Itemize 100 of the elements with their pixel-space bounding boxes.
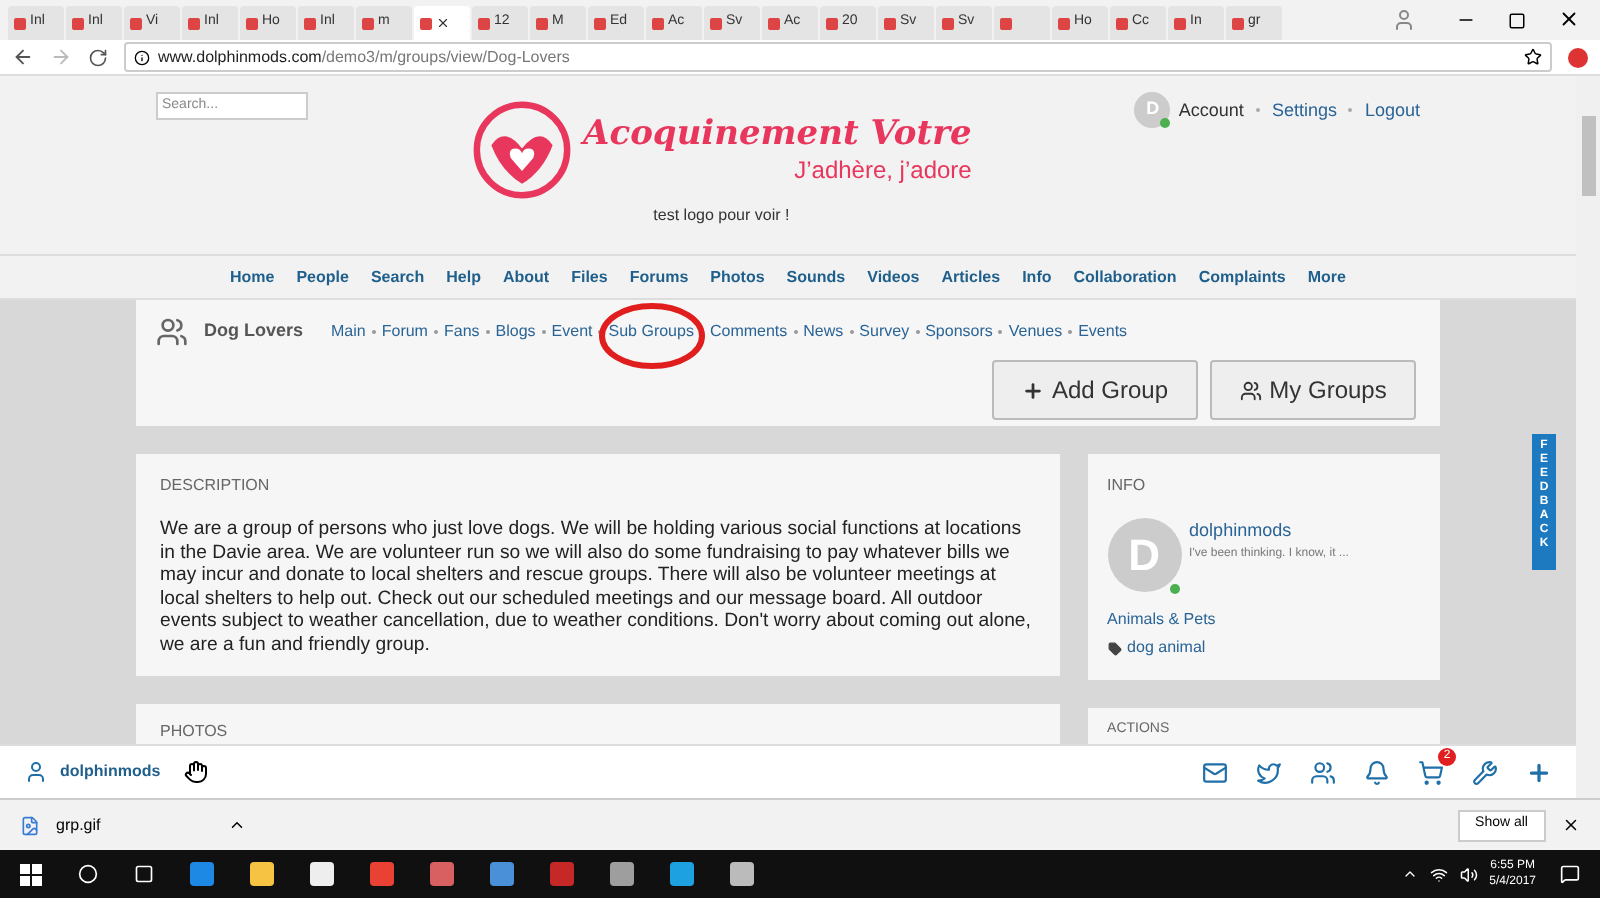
favicon-icon — [362, 17, 374, 29]
group-icon[interactable] — [1310, 759, 1336, 785]
account-link[interactable]: Logout — [1364, 98, 1420, 125]
favicon-icon — [1174, 17, 1186, 29]
group-link[interactable]: Sponsors — [925, 322, 993, 340]
nav-link[interactable]: Info — [1022, 265, 1052, 289]
favicon-icon — [420, 17, 432, 29]
nav-link[interactable]: Files — [571, 265, 608, 289]
mail-icon[interactable] — [1202, 759, 1228, 785]
category-link[interactable]: Animals & Pets — [1107, 608, 1420, 632]
chevron-up-icon[interactable] — [228, 816, 247, 834]
logo-caption: test logo pour voir ! — [653, 204, 790, 228]
favicon-icon — [14, 17, 26, 29]
panel-title: INFO — [1107, 474, 1148, 498]
taskbar-app-icon[interactable] — [310, 862, 334, 886]
favicon-icon — [942, 17, 954, 29]
nav-link[interactable]: Help — [446, 265, 481, 289]
nav-link[interactable]: Forums — [629, 265, 689, 289]
tag-link[interactable]: dog animal — [1127, 636, 1206, 660]
group-link[interactable]: News — [803, 322, 844, 340]
user-link[interactable]: dolphinmods — [1189, 518, 1349, 545]
nav-link[interactable]: People — [296, 265, 349, 289]
nav-link[interactable]: About — [502, 265, 550, 289]
close-icon[interactable] — [436, 16, 450, 30]
description-text: We are a group of persons who just love dogs. We will be holding various social functions at locations in the Davie area. We are volunteer run so we will also do some fundraising to pay whatever bills we may incur and donate to local shelters and rescue groups. There will also be volunteer meetings at local shelters to help out. Check out our scheduled meetings and our message board. All outdoor events subject to weather cancellation, due to weather conditions. Don't worry about coming out alone, we are a fun and friendly group. — [160, 518, 1033, 656]
group-link[interactable]: Comments — [709, 322, 788, 340]
favicon-icon — [1232, 17, 1244, 29]
favicon-icon — [246, 17, 258, 29]
maximize-icon[interactable] — [1508, 12, 1526, 30]
bell-icon[interactable] — [1364, 759, 1390, 785]
tray-chevron-icon[interactable] — [1401, 866, 1418, 882]
task-view-icon[interactable] — [134, 864, 154, 884]
back-icon[interactable] — [12, 46, 34, 68]
account-link[interactable]: Settings — [1271, 98, 1337, 125]
search-circle-icon[interactable] — [78, 864, 98, 884]
group-link[interactable]: Event — [551, 322, 593, 340]
file-icon — [20, 815, 40, 835]
add-group-button[interactable]: Add Group — [992, 360, 1198, 420]
nav-link[interactable]: Photos — [710, 265, 765, 289]
favicon-icon — [1116, 17, 1128, 29]
panel-title: DESCRIPTION — [160, 474, 272, 498]
group-icon — [156, 316, 188, 348]
toolbar-username[interactable]: dolphinmods — [60, 760, 161, 784]
brand-title: Acoquinement Votre — [583, 114, 972, 154]
nav-link[interactable]: Collaboration — [1073, 265, 1177, 289]
group-link[interactable]: Fans — [443, 322, 480, 340]
info-icon — [134, 49, 150, 65]
windows-logo-icon[interactable] — [20, 863, 42, 885]
pointer-hand-icon — [184, 760, 209, 784]
bookmark-star-icon[interactable] — [1524, 48, 1542, 66]
reload-icon[interactable] — [88, 47, 108, 67]
tag-icon — [1107, 641, 1122, 655]
group-link[interactable]: Forum — [381, 322, 428, 340]
favicon-icon — [130, 17, 142, 29]
group-link[interactable]: Survey — [859, 322, 910, 340]
profile-icon[interactable] — [1392, 8, 1416, 32]
group-name: Dog Lovers — [204, 318, 304, 345]
favicon-icon — [594, 17, 606, 29]
plus-icon[interactable] — [1526, 759, 1552, 785]
bird-icon[interactable] — [1256, 759, 1282, 785]
browser-tab[interactable] — [994, 6, 1050, 40]
favicon-icon — [1058, 17, 1070, 29]
cart-icon[interactable] — [1418, 759, 1444, 785]
favicon-icon — [768, 17, 780, 29]
close-icon[interactable] — [1562, 816, 1580, 834]
browser-tab[interactable] — [414, 6, 470, 40]
extension-icon[interactable] — [1568, 47, 1588, 67]
taskbar-app-icon[interactable] — [250, 862, 274, 886]
volume-icon[interactable] — [1459, 865, 1478, 883]
favicon-icon — [536, 17, 548, 29]
group-link[interactable]: Events — [1078, 322, 1128, 340]
notifications-icon[interactable] — [1560, 864, 1580, 884]
favicon-icon — [710, 17, 722, 29]
address-bar[interactable]: www.dolphinmods.com/demo3/m/groups/view/Dog-Lovers — [124, 42, 1552, 72]
my-groups-button[interactable]: My Groups — [1210, 360, 1416, 420]
nav-link[interactable]: Sounds — [786, 265, 846, 289]
close-icon[interactable] — [1558, 8, 1580, 30]
group-link[interactable]: Blogs — [495, 322, 536, 340]
favicon-icon — [188, 17, 200, 29]
brand-tagline: J’adhère, j’adore — [794, 154, 972, 186]
nav-link[interactable]: Complaints — [1198, 265, 1286, 289]
wifi-icon[interactable] — [1429, 865, 1448, 883]
user-icon — [24, 760, 48, 784]
panel-title: PHOTOS — [160, 720, 230, 744]
nav-link[interactable]: More — [1307, 265, 1346, 289]
nav-link[interactable]: Search — [370, 265, 425, 289]
group-link[interactable]: Venues — [1008, 322, 1063, 340]
plus-icon — [1021, 379, 1044, 401]
account-link[interactable]: Account — [1178, 98, 1244, 125]
favicon-icon — [478, 17, 490, 29]
download-filename[interactable]: grp.gif — [56, 813, 101, 837]
favicon-icon — [826, 17, 838, 29]
nav-link[interactable]: Home — [229, 265, 275, 289]
wrench-icon[interactable] — [1472, 759, 1498, 785]
nav-link[interactable]: Articles — [941, 265, 1001, 289]
url-text: www.dolphinmods.com/demo3/m/groups/view/Dog-Lovers — [158, 45, 570, 69]
group-link[interactable]: Main — [331, 322, 366, 340]
favicon-icon — [304, 17, 316, 29]
nav-link[interactable]: Videos — [867, 265, 920, 289]
favicon-icon — [1000, 17, 1012, 29]
